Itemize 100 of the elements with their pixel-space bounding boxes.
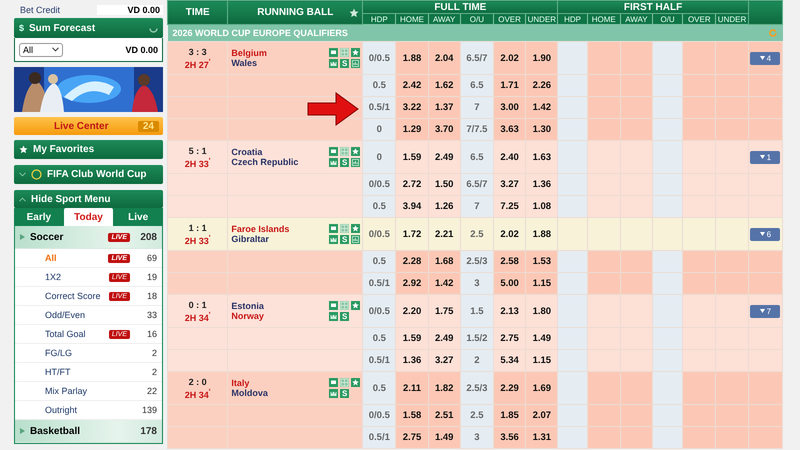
odds-cell[interactable]: 1.71 [494,74,526,96]
odds-cell[interactable]: 1.82 [428,372,460,404]
odds-cell[interactable]: 1.63 [526,140,558,174]
star-icon[interactable] [351,224,360,233]
odds-cell[interactable]: 1.08 [526,196,558,218]
stadium-icon[interactable] [329,59,338,68]
odds-cell[interactable]: 2.51 [428,404,460,426]
stadium-icon[interactable] [329,158,338,167]
odds-cell[interactable]: 3.22 [396,96,428,118]
odds-cell[interactable]: 1.30 [526,118,558,140]
odds-cell[interactable]: 2.20 [396,294,428,328]
odds-cell[interactable]: 1.49 [526,328,558,350]
more-markets-button[interactable]: 6 [750,228,780,240]
odds-cell[interactable]: 5.34 [494,350,526,372]
odds-cell[interactable]: 1.29 [396,118,428,140]
score-icon[interactable]: S [340,59,350,68]
favorites-bar[interactable]: My Favorites [14,140,163,159]
market-item[interactable]: Mix Parlay 22 [15,382,162,401]
hide-menu-bar[interactable]: Hide Sport Menu [14,190,163,208]
odds-cell[interactable]: 2.21 [428,218,460,250]
star-icon[interactable] [351,378,360,387]
odds-cell[interactable]: 3.70 [428,118,460,140]
odds-cell[interactable]: 1.42 [526,96,558,118]
odds-cell[interactable]: 1.59 [396,140,428,174]
stats-icon[interactable] [351,59,360,68]
odds-cell[interactable]: 1.62 [428,74,460,96]
star-icon[interactable] [351,147,360,156]
star-icon[interactable] [351,301,360,310]
odds-cell[interactable]: 3.56 [494,426,526,448]
odds-cell[interactable]: 2.75 [396,426,428,448]
odds-cell[interactable]: 2.92 [396,272,428,294]
odds-cell[interactable]: 3.27 [494,174,526,196]
odds-cell[interactable]: 1.36 [396,350,428,372]
odds-cell[interactable]: 3.00 [494,96,526,118]
odds-cell[interactable]: 1.15 [526,272,558,294]
odds-cell[interactable]: 2.29 [494,372,526,404]
market-item[interactable]: HT/FT 2 [15,363,162,382]
more-markets-button[interactable]: 4 [750,52,780,64]
menu-tab[interactable]: Today [64,208,114,226]
odds-cell[interactable]: 1.75 [428,294,460,328]
odds-cell[interactable]: 7.25 [494,196,526,218]
score-icon[interactable]: S [340,312,350,321]
odds-cell[interactable]: 2.07 [526,404,558,426]
odds-cell[interactable]: 2.58 [494,250,526,272]
odds-cell[interactable]: 1.37 [428,96,460,118]
odds-cell[interactable]: 2.02 [494,42,526,74]
odds-cell[interactable]: 2.42 [396,74,428,96]
tv-icon[interactable] [329,224,338,233]
odds-cell[interactable]: 1.59 [396,328,428,350]
odds-cell[interactable]: 3.27 [428,350,460,372]
odds-cell[interactable]: 2.28 [396,250,428,272]
star-icon[interactable] [349,8,360,18]
score-icon[interactable]: S [340,235,350,244]
stadium-icon[interactable] [329,235,338,244]
odds-cell[interactable]: 1.53 [526,250,558,272]
more-markets-button[interactable]: 7 [750,304,780,318]
odds-cell[interactable]: 1.85 [494,404,526,426]
odds-cell[interactable]: 1.15 [526,350,558,372]
filter-select[interactable]: All [19,42,63,56]
stats-icon[interactable] [351,235,360,244]
stadium-icon[interactable] [329,389,338,398]
star-icon[interactable] [351,48,360,57]
odds-cell[interactable]: 2.40 [494,140,526,174]
stats-icon[interactable] [351,158,360,167]
odds-cell[interactable]: 1.36 [526,174,558,196]
tv-icon[interactable] [329,378,338,387]
stadium-icon[interactable] [329,312,338,321]
market-item[interactable]: Odd/Even 33 [15,306,162,325]
score-icon[interactable]: S [340,389,350,398]
odds-cell[interactable]: 1.80 [526,294,558,328]
tv-icon[interactable] [329,48,338,57]
odds-cell[interactable]: 1.90 [526,42,558,74]
odds-cell[interactable]: 2.11 [396,372,428,404]
odds-cell[interactable]: 1.58 [396,404,428,426]
odds-cell[interactable]: 2.75 [494,328,526,350]
odds-cell[interactable]: 2.49 [428,140,460,174]
score-icon[interactable]: S [340,158,350,167]
odds-cell[interactable]: 1.68 [428,250,460,272]
odds-cell[interactable]: 1.88 [396,42,428,74]
odds-cell[interactable]: 1.50 [428,174,460,196]
odds-cell[interactable]: 2.13 [494,294,526,328]
menu-tab[interactable]: Early [14,208,64,226]
odds-cell[interactable]: 2.72 [396,174,428,196]
odds-cell[interactable]: 1.72 [396,218,428,250]
odds-cell[interactable]: 1.42 [428,272,460,294]
market-item[interactable]: FG/LG 2 [15,344,162,363]
tv-icon[interactable] [329,301,338,310]
odds-cell[interactable]: 2.26 [526,74,558,96]
menu-tab[interactable]: Live [113,208,164,226]
odds-cell[interactable]: 1.26 [428,196,460,218]
odds-cell[interactable]: 3.94 [396,196,428,218]
pitch-icon[interactable] [340,224,350,233]
odds-cell[interactable]: 2.49 [428,328,460,350]
club-cup-bar[interactable]: FIFA Club World Cup [14,165,163,184]
odds-cell[interactable]: 1.69 [526,372,558,404]
odds-cell[interactable]: 3.63 [494,118,526,140]
odds-cell[interactable]: 5.00 [494,272,526,294]
sport-row[interactable]: Basketball 178 [15,420,162,443]
odds-cell[interactable]: 2.02 [494,218,526,250]
odds-cell[interactable]: 2.04 [428,42,460,74]
